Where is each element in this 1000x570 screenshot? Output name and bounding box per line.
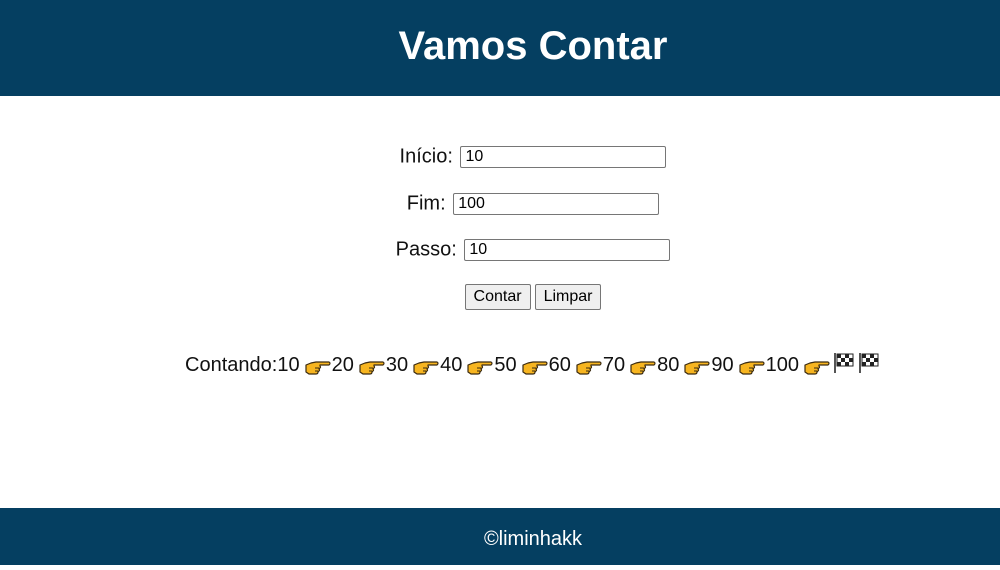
fim-row: Fim: <box>0 190 1000 217</box>
count-number: 90 <box>711 354 734 376</box>
pointing-hand-icon <box>521 361 548 375</box>
page-header: Vamos Contar <box>0 0 1000 96</box>
passo-label: Passo: <box>395 238 457 261</box>
pointing-hand-icon <box>684 361 710 375</box>
pointing-hand-icon <box>467 361 493 375</box>
count-result: Contando:10 20 30 40 50 60 70 80 90 100 <box>0 352 1000 378</box>
pointing-hand-icon <box>359 361 385 375</box>
pointing-hand-icon <box>576 361 602 375</box>
pointing-hand-icon <box>630 361 656 375</box>
inicio-input[interactable] <box>460 145 667 168</box>
count-number: 80 <box>657 354 680 376</box>
count-number: 60 <box>548 354 571 376</box>
page-title: Vamos Contar <box>398 24 668 68</box>
passo-row: Passo: <box>0 236 1000 263</box>
count-number: 10 <box>277 354 300 376</box>
count-number: 70 <box>602 354 626 376</box>
pointing-hand-icon <box>304 361 331 375</box>
pointing-hand-icon <box>738 361 765 375</box>
limpar-button[interactable]: Limpar <box>534 284 602 310</box>
fim-input[interactable] <box>453 192 660 215</box>
count-number: 40 <box>440 354 463 376</box>
checkered-flag-icon <box>858 353 879 373</box>
fim-label: Fim: <box>406 192 446 215</box>
checkered-flag-icon <box>833 353 854 373</box>
count-number: 100 <box>765 354 799 376</box>
contar-button[interactable]: Contar <box>464 284 531 310</box>
passo-input[interactable] <box>464 238 671 261</box>
action-buttons: Contar Limpar <box>0 284 1000 310</box>
pointing-hand-icon <box>804 361 830 375</box>
page-footer: ©liminhakk <box>0 508 1000 565</box>
inicio-row: Início: <box>0 143 1000 170</box>
footer-credit: ©liminhakk <box>483 528 583 550</box>
count-number: 50 <box>494 354 517 376</box>
result-items: 10 20 30 40 50 60 70 80 90 100 <box>277 353 881 376</box>
count-number: 30 <box>385 354 409 376</box>
inicio-label: Início: <box>399 145 453 168</box>
count-number: 20 <box>331 354 354 376</box>
result-prefix: Contando: <box>185 354 278 376</box>
pointing-hand-icon <box>413 361 439 375</box>
